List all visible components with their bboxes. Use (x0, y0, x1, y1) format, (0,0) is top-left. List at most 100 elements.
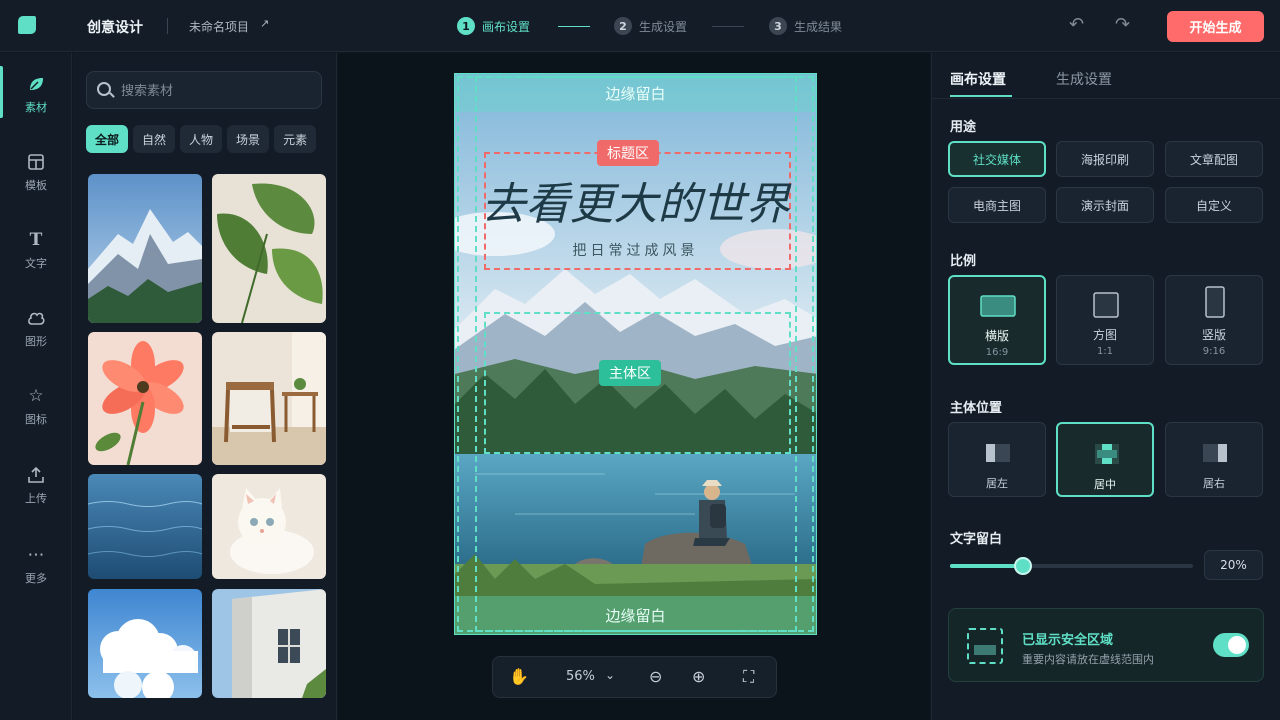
edit-name-icon[interactable]: ↗ (260, 17, 269, 30)
title-zone-tag: 标题区 (597, 140, 659, 166)
star-icon: ☆ (28, 385, 44, 406)
subject-zone-tag: 主体区 (599, 360, 661, 386)
text-margin-slider[interactable] (950, 557, 1193, 575)
usage-custom[interactable]: 自定义 (1165, 187, 1263, 223)
usage-social[interactable]: 社交媒体 (948, 141, 1046, 177)
ratio-landscape[interactable]: 横版 16:9 (948, 275, 1046, 365)
position-right[interactable]: 居右 (1165, 422, 1263, 497)
position-title: 主体位置 (950, 401, 1003, 416)
poster-headline[interactable]: 去看更大的世界 (455, 168, 816, 232)
shape-icon (26, 308, 46, 328)
flower-photo[interactable] (88, 332, 202, 465)
leaf-icon (26, 74, 46, 94)
chevron-down-icon[interactable]: ⌄ (605, 668, 615, 682)
tab-generate-settings[interactable]: 生成设置 (1056, 69, 1112, 89)
position-left[interactable]: 居左 (948, 422, 1046, 497)
step-canvas-settings[interactable]: 1 画布设置 (457, 16, 530, 36)
tab-canvas-settings[interactable]: 画布设置 (950, 69, 1006, 89)
safe-area-card: 已显示安全区域 重要内容请放在虚线范围内 (948, 608, 1264, 682)
mountain-photo[interactable] (88, 174, 202, 323)
properties-panel: 画布设置 生成设置 用途 社交媒体 海报印刷 文章配图 电商主图 演示封面 自定… (931, 53, 1280, 720)
slider-fill (950, 564, 1023, 568)
text-margin-value[interactable]: 20% (1204, 550, 1263, 580)
zoom-in-icon[interactable]: ⊕ (692, 667, 705, 686)
zoom-toolbar: ✋ 56% ⌄ ⊖ ⊕ ⛶ (492, 656, 777, 698)
rail-item-templates[interactable]: 模板 (0, 141, 72, 203)
usage-presentation[interactable]: 演示封面 (1056, 187, 1154, 223)
position-center[interactable]: 居中 (1056, 422, 1154, 497)
fullscreen-icon[interactable]: ⛶ (743, 667, 754, 687)
app-title: 创意设计 (87, 20, 143, 36)
step-number: 3 (769, 17, 787, 35)
align-left-icon (986, 444, 1010, 462)
rail-item-upload[interactable]: 上传 (0, 454, 72, 516)
tab-underline (950, 95, 1012, 97)
slider-handle[interactable] (1013, 557, 1032, 575)
position-label: 居左 (986, 477, 1008, 490)
poster-subheadline[interactable]: 把日常过成风景 (455, 240, 816, 260)
asset-panel: 全部 自然 人物 场景 元素 (73, 53, 337, 720)
ratio-portrait[interactable]: 竖版 9:16 (1165, 275, 1263, 365)
text-margin-title: 文字留白 (950, 532, 1003, 547)
filter-people[interactable]: 人物 (180, 125, 223, 153)
rail-item-assets[interactable]: 素材 (0, 63, 72, 125)
filter-scene[interactable]: 场景 (227, 125, 270, 153)
template-icon (26, 152, 46, 172)
rail-label: 图形 (25, 334, 47, 348)
ratio-label: 方图 (1092, 328, 1117, 342)
safe-area-toggle[interactable] (1213, 633, 1249, 657)
search-input[interactable] (121, 81, 311, 101)
app-logo-icon (18, 16, 36, 34)
project-name[interactable]: 未命名项目 (189, 18, 249, 35)
rail-label: 素材 (25, 100, 47, 114)
usage-ecommerce[interactable]: 电商主图 (948, 187, 1046, 223)
ratio-square[interactable]: 方图 1:1 (1056, 275, 1154, 365)
filter-all[interactable]: 全部 (86, 125, 129, 153)
filter-nature[interactable]: 自然 (133, 125, 176, 153)
rail-item-icons[interactable]: ☆ 图标 (0, 375, 72, 437)
square-icon (1093, 292, 1119, 318)
rail-label: 上传 (25, 491, 47, 505)
cat-photo[interactable] (212, 474, 326, 579)
step-connector (712, 26, 744, 27)
safe-area-desc: 重要内容请放在虚线范围内 (1022, 653, 1154, 666)
step-generate-settings[interactable]: 2 生成设置 (614, 16, 687, 36)
leaf-photo[interactable] (212, 174, 326, 323)
building-photo[interactable] (212, 589, 326, 698)
filter-chips: 全部 自然 人物 场景 元素 (86, 125, 317, 153)
undo-icon[interactable]: ↶ (1069, 14, 1084, 35)
tab-separator (932, 98, 1280, 99)
zoom-level[interactable]: 56% (566, 669, 595, 684)
step-number: 1 (457, 17, 475, 35)
step-connector (558, 26, 590, 27)
redo-icon[interactable]: ↷ (1115, 14, 1130, 35)
step-label: 生成结果 (794, 19, 843, 34)
poster-canvas[interactable]: 边缘留白 边缘留白 标题区 去看更大的世界 把日常过成风景 主体区 (454, 73, 817, 635)
chair-photo[interactable] (212, 332, 326, 465)
start-generate-button[interactable]: 开始生成 (1167, 11, 1264, 42)
position-label: 居右 (1203, 477, 1225, 490)
ratio-value: 16:9 (985, 347, 1009, 358)
ratio-value: 1:1 (1096, 346, 1114, 357)
header-divider (167, 18, 168, 34)
step-number: 2 (614, 17, 632, 35)
rail-item-shapes[interactable]: 图形 (0, 297, 72, 359)
ocean-photo[interactable] (88, 474, 202, 579)
landscape-icon (980, 295, 1016, 317)
usage-article[interactable]: 文章配图 (1165, 141, 1263, 177)
rail-item-more[interactable]: ⋯ 更多 (0, 534, 72, 596)
step-generate-result[interactable]: 3 生成结果 (769, 16, 842, 36)
filter-elements[interactable]: 元素 (274, 125, 317, 153)
usage-poster[interactable]: 海报印刷 (1056, 141, 1154, 177)
hand-tool-icon[interactable]: ✋ (509, 667, 529, 686)
asset-search[interactable] (86, 71, 322, 109)
canvas-stage: 边缘留白 边缘留白 标题区 去看更大的世界 把日常过成风景 主体区 ✋ 56% … (338, 53, 930, 720)
search-icon (97, 82, 111, 96)
zoom-out-icon[interactable]: ⊖ (649, 667, 662, 686)
rail-label: 模板 (25, 178, 47, 192)
rail-item-text[interactable]: T 文字 (0, 219, 72, 281)
sky-photo[interactable] (88, 589, 202, 698)
rail-label: 文字 (25, 256, 47, 270)
align-right-icon (1203, 444, 1227, 462)
safe-area-title: 已显示安全区域 (1022, 633, 1114, 648)
